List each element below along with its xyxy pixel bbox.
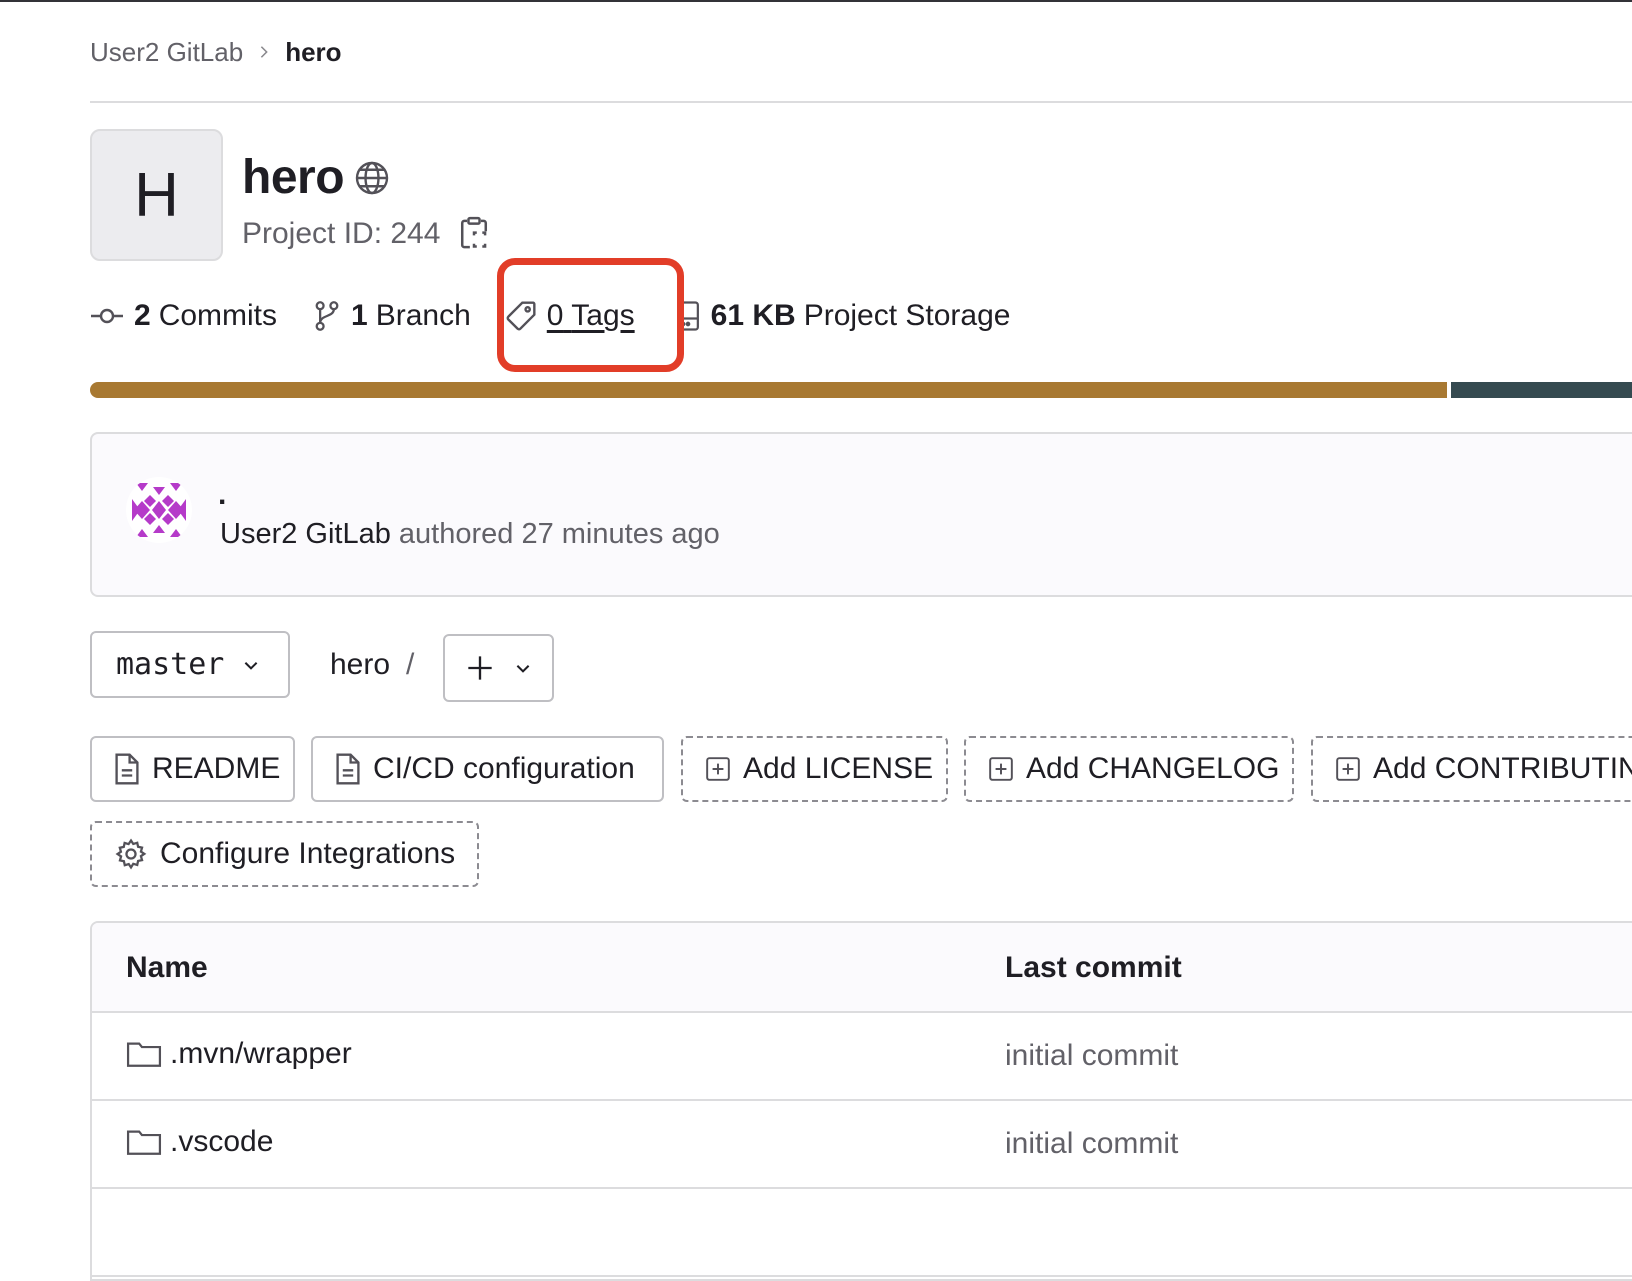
add-contributing-label: Add CONTRIBUTING bbox=[1373, 752, 1632, 785]
last-commit-message-link[interactable]: initial commit bbox=[1005, 1127, 1178, 1161]
gear-icon bbox=[115, 838, 147, 870]
globe-icon bbox=[354, 160, 390, 196]
add-license-label: Add LICENSE bbox=[743, 752, 934, 785]
table-header: Name Last commit bbox=[92, 923, 1632, 1013]
project-name: hero bbox=[242, 151, 345, 204]
add-contributing-button[interactable]: Add CONTRIBUTING bbox=[1311, 736, 1632, 802]
file-icon bbox=[115, 753, 139, 785]
storage-link[interactable]: 61 KB Project Storage bbox=[675, 299, 1011, 333]
commit-meta: User2 GitLab authored 27 minutes ago bbox=[220, 518, 720, 551]
branch-name: master bbox=[116, 647, 225, 682]
breadcrumb-parent-link[interactable]: User2 GitLab bbox=[90, 37, 243, 68]
project-avatar-letter: H bbox=[134, 160, 179, 230]
plus-icon bbox=[467, 656, 492, 680]
commit-icon bbox=[91, 308, 123, 324]
readme-button[interactable]: README bbox=[90, 736, 295, 802]
tags-count: 0 bbox=[546, 299, 564, 332]
breadcrumb: User2 GitLab hero bbox=[90, 36, 342, 68]
configure-integrations-label: Configure Integrations bbox=[160, 837, 456, 870]
plus-square-icon bbox=[706, 757, 730, 781]
tag-icon bbox=[506, 301, 536, 331]
add-changelog-button[interactable]: Add CHANGELOG bbox=[964, 736, 1294, 802]
chevron-down-icon bbox=[516, 665, 529, 673]
top-rule bbox=[0, 0, 1632, 2]
copy-icon[interactable] bbox=[460, 216, 488, 252]
branch-selector[interactable]: master bbox=[90, 631, 290, 698]
branch-icon bbox=[315, 301, 339, 331]
project-title: hero bbox=[242, 150, 390, 205]
language-bar-segment[interactable] bbox=[1451, 382, 1632, 398]
cicd-label: CI/CD configuration bbox=[373, 752, 635, 785]
file-icon bbox=[336, 753, 360, 785]
branches-count: 1 bbox=[351, 299, 368, 332]
column-header-last-commit: Last commit bbox=[1005, 951, 1182, 984]
storage-size: 61 KB bbox=[710, 299, 796, 332]
cicd-configuration-button[interactable]: CI/CD configuration bbox=[311, 736, 664, 802]
branches-link[interactable]: 1 Branch bbox=[313, 299, 471, 333]
commit-authored-time: authored 27 minutes ago bbox=[398, 518, 720, 550]
project-id: Project ID: 244 bbox=[242, 217, 441, 250]
commits-label: Commits bbox=[158, 299, 278, 332]
folder-icon bbox=[126, 1130, 162, 1155]
file-name-link[interactable]: .mvn/wrapper bbox=[126, 1037, 352, 1071]
identicon-avatar bbox=[126, 477, 192, 543]
column-header-name: Name bbox=[126, 951, 208, 984]
add-to-tree-button[interactable] bbox=[443, 634, 554, 702]
chevron-down-icon bbox=[242, 656, 260, 674]
tags-link[interactable]: 0 Tags bbox=[505, 299, 635, 333]
add-license-button[interactable]: Add LICENSE bbox=[681, 736, 948, 802]
add-changelog-label: Add CHANGELOG bbox=[1026, 752, 1280, 785]
language-bar-segment[interactable] bbox=[90, 382, 1447, 398]
configure-integrations-button[interactable]: Configure Integrations bbox=[90, 821, 479, 887]
path-separator: / bbox=[406, 648, 415, 681]
storage-label: Project Storage bbox=[803, 299, 1011, 332]
table-row[interactable] bbox=[92, 1189, 1632, 1277]
last-commit-panel bbox=[90, 432, 1632, 597]
author-avatar[interactable] bbox=[126, 477, 192, 543]
table-row[interactable]: .mvn/wrapper initial commit bbox=[92, 1013, 1632, 1101]
path-root-link[interactable]: hero bbox=[330, 648, 390, 682]
storage-icon bbox=[676, 301, 699, 331]
project-avatar: H bbox=[90, 129, 223, 261]
branches-label: Branch bbox=[375, 299, 471, 332]
commit-author-link[interactable]: User2 GitLab bbox=[220, 518, 391, 550]
file-name: .vscode bbox=[170, 1125, 274, 1158]
commits-count: 2 bbox=[134, 299, 151, 332]
project-id-row: Project ID: 244 bbox=[242, 216, 488, 252]
readme-label: README bbox=[152, 752, 281, 785]
breadcrumb-current[interactable]: hero bbox=[285, 37, 341, 68]
file-tree-table: Name Last commit .mvn/wrapper initial co… bbox=[90, 921, 1632, 1281]
repository-language-bar bbox=[90, 382, 1632, 398]
plus-square-icon bbox=[1336, 757, 1360, 781]
chevron-right-icon bbox=[257, 45, 271, 59]
project-stats: 2 Commits 1 Branch 0 Tags 61 KB Project … bbox=[90, 292, 1010, 340]
last-commit-message-link[interactable]: initial commit bbox=[1005, 1039, 1178, 1073]
table-row[interactable]: .vscode initial commit bbox=[92, 1101, 1632, 1189]
header-divider bbox=[90, 101, 1632, 103]
plus-square-icon bbox=[989, 757, 1013, 781]
file-name: .mvn/wrapper bbox=[170, 1037, 352, 1070]
folder-icon bbox=[126, 1042, 162, 1067]
file-name-link[interactable]: .vscode bbox=[126, 1125, 273, 1159]
commits-link[interactable]: 2 Commits bbox=[90, 299, 277, 333]
commit-title-link[interactable]: . bbox=[218, 478, 226, 512]
tags-label: Tags bbox=[571, 299, 635, 332]
